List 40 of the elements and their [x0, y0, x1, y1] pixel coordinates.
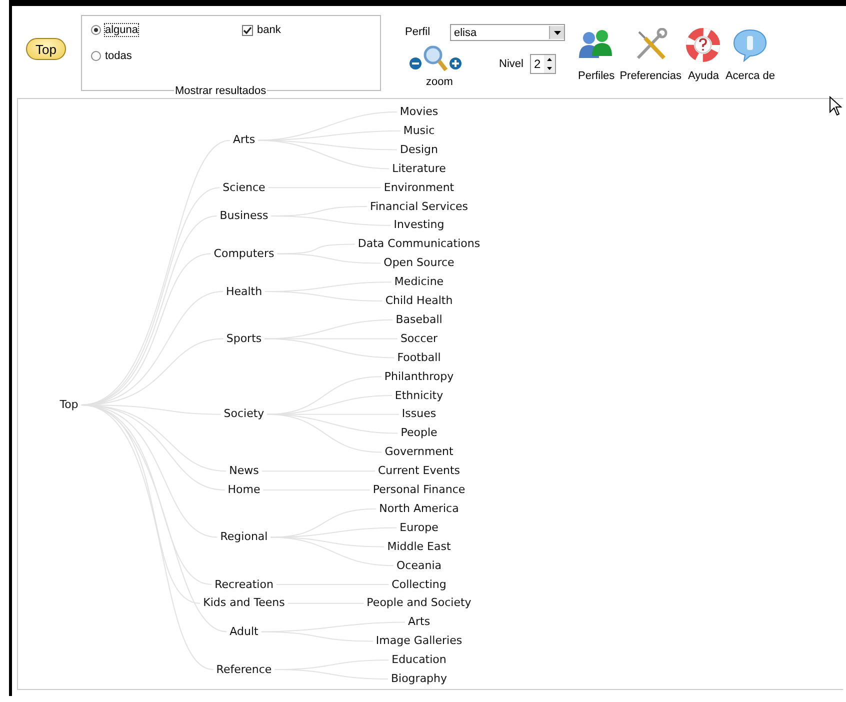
tree-node[interactable]: Top	[58, 398, 80, 412]
zoom-label: zoom	[426, 76, 453, 88]
tree-node[interactable]: Biography	[390, 672, 448, 686]
profile-label: Perfil	[405, 26, 430, 38]
tree-node[interactable]: Ethnicity	[394, 388, 444, 402]
tree-node[interactable]: Philanthropy	[383, 370, 455, 384]
level-spinner[interactable]: 2	[530, 54, 556, 74]
speech-bubble-icon	[732, 28, 768, 62]
top-button[interactable]: Top	[26, 38, 66, 60]
tree-node[interactable]: Regional	[219, 530, 269, 544]
tree-node[interactable]: Recreation	[214, 578, 274, 592]
zoom-out-button[interactable]	[409, 57, 422, 70]
bank-checkbox[interactable]: bank	[242, 24, 281, 36]
radio-option[interactable]: alguna	[91, 24, 138, 36]
lifebuoy-icon	[686, 28, 720, 62]
radio-option[interactable]: todas	[91, 50, 132, 62]
dropdown-arrow-icon	[554, 30, 560, 34]
tree-node[interactable]: Society	[222, 407, 266, 422]
tree-node[interactable]: Computers	[212, 246, 276, 261]
checkmark-icon	[243, 26, 252, 34]
toolbar-button[interactable]: Ayuda	[684, 28, 722, 82]
tree-node[interactable]: Investing	[392, 218, 446, 232]
tree-node[interactable]: Collecting	[390, 578, 448, 592]
toolbar-button[interactable]: Acerca de	[723, 28, 777, 82]
magnifier-icon	[422, 44, 448, 72]
zoom-in-button[interactable]	[449, 57, 462, 70]
cursor-icon	[829, 96, 843, 116]
tree-node[interactable]: People and Society	[366, 596, 472, 610]
toolbar-button[interactable]: Preferencias	[618, 28, 684, 82]
tree-node[interactable]: Sports	[225, 332, 263, 346]
toolbar-button[interactable]: Perfiles	[576, 28, 617, 82]
profile-select[interactable]: elisa	[450, 24, 565, 41]
level-label: Nivel	[499, 58, 524, 70]
tree-node[interactable]: Europe	[398, 520, 440, 535]
tree-node[interactable]: Financial Services	[368, 200, 470, 214]
tree-node[interactable]: People	[400, 426, 438, 440]
tree-node[interactable]: Design	[399, 142, 439, 157]
tree-node[interactable]: Open Source	[382, 256, 456, 270]
tree-node[interactable]: Image Galleries	[374, 634, 464, 648]
group-label: Mostrar resultados	[174, 85, 268, 97]
